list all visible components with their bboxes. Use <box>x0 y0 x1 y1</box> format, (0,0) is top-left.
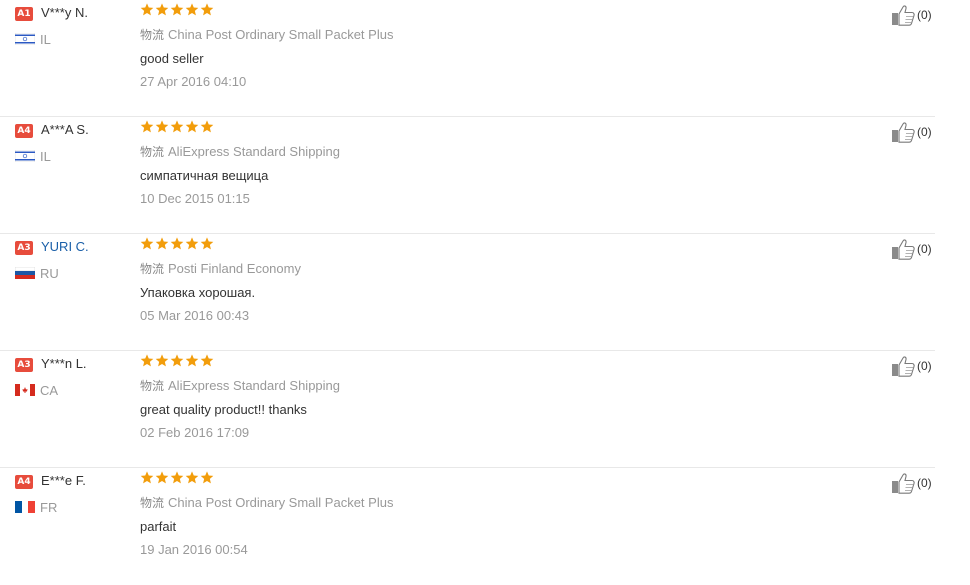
review-item: A1 V***y N. IL 物流 China Post Ordinary Sma… <box>0 0 935 117</box>
feedback-date: 19 Jan 2016 00:54 <box>140 542 248 557</box>
star-rating <box>140 353 214 368</box>
shipping-method-name: AliExpress Standard Shipping <box>168 378 341 393</box>
helpful-count: (0) <box>917 242 932 256</box>
feedback-text: good seller <box>140 51 204 66</box>
buyer-level-badge: A3 <box>15 241 33 255</box>
shipping-method-name: AliExpress Standard Shipping <box>168 144 341 159</box>
shipping-method-name: Posti Finland Economy <box>168 261 301 276</box>
star-icon <box>200 3 214 16</box>
star-icon <box>185 471 199 484</box>
star-icon <box>170 237 184 250</box>
shipping-method: 物流 China Post Ordinary Small Packet Plus <box>140 494 393 511</box>
shipping-label: 物流 <box>140 145 165 159</box>
star-icon <box>170 354 184 367</box>
flag-il-icon <box>15 33 35 45</box>
star-icon <box>140 120 154 133</box>
helpful-button[interactable]: (0) <box>891 472 932 494</box>
star-icon <box>170 3 184 16</box>
buyer-name[interactable]: YURI C. <box>41 239 89 254</box>
buyer-level-badge: A3 <box>15 358 33 372</box>
thumbs-up-icon[interactable] <box>891 121 915 143</box>
thumbs-up-icon[interactable] <box>891 238 915 260</box>
feedback-date: 27 Apr 2016 04:10 <box>140 74 247 89</box>
star-icon <box>185 354 199 367</box>
buyer-name: V***y N. <box>41 5 88 20</box>
star-icon <box>140 237 154 250</box>
feedback-text: great quality product!! thanks <box>140 402 307 417</box>
star-icon <box>200 471 214 484</box>
review-item: A3 YURI C. RU 物流 Posti Finland Economy Уп… <box>0 234 935 351</box>
shipping-label: 物流 <box>140 28 165 42</box>
review-item: A3 Y***n L. CA 物流 AliExpress Standard Shi… <box>0 351 935 468</box>
shipping-method-name: China Post Ordinary Small Packet Plus <box>168 27 394 42</box>
shipping-method: 物流 Posti Finland Economy <box>140 260 301 277</box>
star-icon <box>140 3 154 16</box>
star-rating <box>140 119 214 134</box>
shipping-method: 物流 China Post Ordinary Small Packet Plus <box>140 26 393 43</box>
shipping-method-name: China Post Ordinary Small Packet Plus <box>168 495 394 510</box>
feedback-text: Упаковка хорошая. <box>140 285 256 300</box>
star-rating <box>140 236 214 251</box>
buyer-level-badge: A1 <box>15 7 33 21</box>
star-icon <box>170 471 184 484</box>
helpful-count: (0) <box>917 476 932 490</box>
star-icon <box>200 237 214 250</box>
shipping-method: 物流 AliExpress Standard Shipping <box>140 143 340 160</box>
star-icon <box>155 471 169 484</box>
flag-fr-icon <box>15 501 35 513</box>
buyer-country: FR <box>40 500 58 515</box>
star-icon <box>140 471 154 484</box>
buyer-country: IL <box>40 149 51 164</box>
feedback-date: 05 Mar 2016 00:43 <box>140 308 250 323</box>
thumbs-up-icon[interactable] <box>891 355 915 377</box>
thumbs-up-icon[interactable] <box>891 472 915 494</box>
star-icon <box>155 354 169 367</box>
shipping-label: 物流 <box>140 262 165 276</box>
helpful-count: (0) <box>917 125 932 139</box>
flag-ru-icon <box>15 267 35 279</box>
helpful-count: (0) <box>917 359 932 373</box>
review-item: A4 E***e F. FR 物流 China Post Ordinary Sma… <box>0 468 935 585</box>
helpful-button[interactable]: (0) <box>891 121 932 143</box>
star-icon <box>140 354 154 367</box>
feedback-date: 10 Dec 2015 01:15 <box>140 191 250 206</box>
star-icon <box>200 354 214 367</box>
flag-il-icon <box>15 150 35 162</box>
feedback-text: parfait <box>140 519 177 534</box>
buyer-level-badge: A4 <box>15 124 33 138</box>
review-list: A1 V***y N. IL 物流 China Post Ordinary Sma… <box>0 0 970 567</box>
buyer-country: RU <box>40 266 59 281</box>
shipping-label: 物流 <box>140 496 165 510</box>
shipping-label: 物流 <box>140 379 165 393</box>
buyer-country: IL <box>40 32 51 47</box>
thumbs-up-icon[interactable] <box>891 4 915 26</box>
star-icon <box>185 3 199 16</box>
helpful-button[interactable]: (0) <box>891 355 932 377</box>
flag-ca-icon <box>15 384 35 396</box>
star-icon <box>155 237 169 250</box>
buyer-country: CA <box>40 383 59 398</box>
star-icon <box>185 120 199 133</box>
feedback-text: симпатичная вещица <box>140 168 269 183</box>
feedback-date: 02 Feb 2016 17:09 <box>140 425 250 440</box>
buyer-name: A***A S. <box>41 122 89 137</box>
buyer-level-badge: A4 <box>15 475 33 489</box>
buyer-name: E***e F. <box>41 473 86 488</box>
star-icon <box>200 120 214 133</box>
review-item: A4 A***A S. IL 物流 AliExpress Standard Shi… <box>0 117 935 234</box>
star-icon <box>170 120 184 133</box>
buyer-name: Y***n L. <box>41 356 87 371</box>
shipping-method: 物流 AliExpress Standard Shipping <box>140 377 340 394</box>
star-icon <box>155 3 169 16</box>
star-rating <box>140 2 214 17</box>
helpful-count: (0) <box>917 8 932 22</box>
helpful-button[interactable]: (0) <box>891 4 932 26</box>
star-icon <box>155 120 169 133</box>
helpful-button[interactable]: (0) <box>891 238 932 260</box>
star-rating <box>140 470 214 485</box>
star-icon <box>185 237 199 250</box>
